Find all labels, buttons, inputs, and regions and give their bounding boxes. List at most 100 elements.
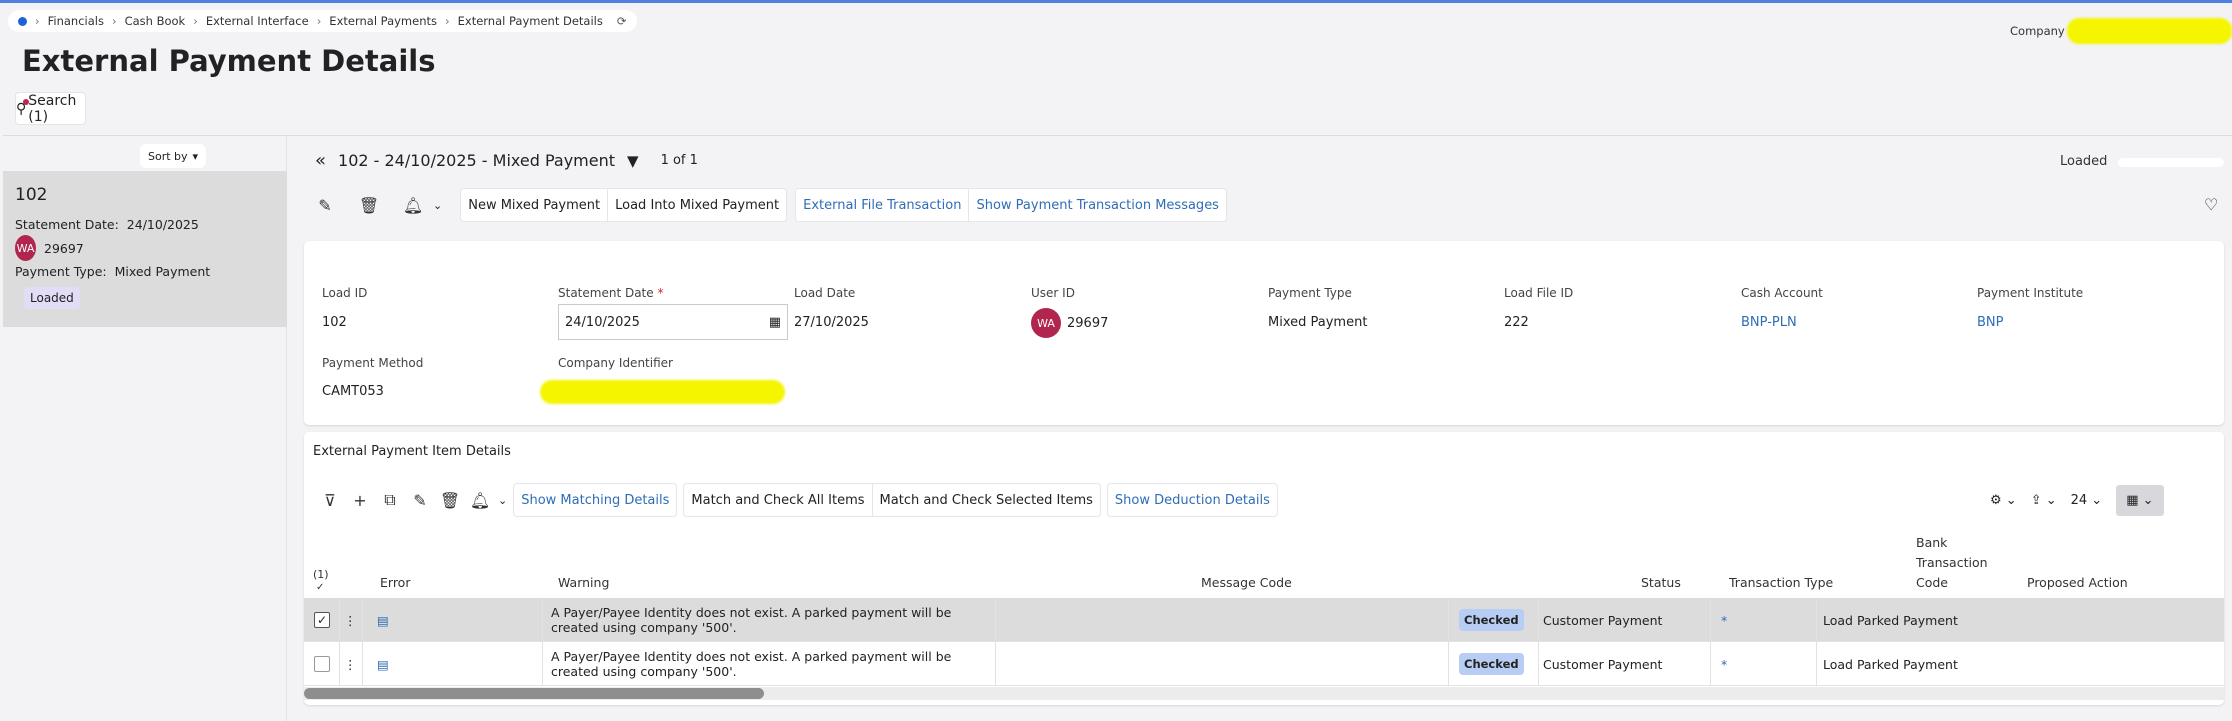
search-icon: ⚲	[16, 98, 30, 117]
document-icon[interactable]: ▤	[363, 642, 543, 686]
chevron-right-icon: ›	[316, 14, 322, 28]
list-item[interactable]: 102 Statement Date: 24/10/2025 WA 29697 P…	[3, 171, 287, 327]
col-bank-transaction-code[interactable]: Bank Transaction Code	[1916, 533, 1996, 593]
transaction-type-cell: Customer Payment	[1539, 598, 1711, 642]
breadcrumb-external-interface[interactable]: External Interface	[206, 14, 309, 28]
col-error[interactable]: Error	[380, 575, 410, 590]
sort-by-button[interactable]: Sort by ▾	[140, 144, 207, 168]
show-payment-transaction-messages-button[interactable]: Show Payment Transaction Messages	[969, 189, 1226, 221]
favorite-heart-icon[interactable]: ♡	[2204, 195, 2218, 214]
load-file-id-label: Load File ID	[1504, 286, 1574, 300]
chevron-down-icon[interactable]: ⌄	[498, 494, 507, 507]
checkbox-unchecked[interactable]	[314, 656, 330, 672]
load-id-value: 102	[322, 315, 347, 330]
new-mixed-payment-button[interactable]: New Mixed Payment	[461, 189, 609, 221]
cash-account-link[interactable]: BNP-PLN	[1741, 315, 1797, 330]
home-icon[interactable]	[18, 16, 27, 26]
record-count: 1 of 1	[660, 153, 698, 168]
statement-date-label: Statement Date:	[15, 217, 119, 232]
col-status[interactable]: Status	[1641, 575, 1681, 590]
row-select[interactable]	[304, 642, 340, 686]
company-identifier-label: Company Identifier	[558, 356, 673, 370]
match-check-all-button[interactable]: Match and Check All Items	[684, 484, 873, 516]
breadcrumb-financials[interactable]: Financials	[48, 14, 104, 28]
col-warning[interactable]: Warning	[558, 575, 609, 590]
breadcrumb-external-payments[interactable]: External Payments	[329, 14, 437, 28]
divider	[3, 135, 2232, 136]
page-title: External Payment Details	[22, 44, 436, 78]
search-button[interactable]: ⚲ Search (1)	[15, 92, 86, 125]
select-all-check-icon[interactable]: ✓	[316, 582, 324, 593]
chevron-down-icon[interactable]: ⌄	[433, 199, 442, 212]
record-title[interactable]: 102 - 24/10/2025 - Mixed Payment	[338, 151, 615, 170]
user-id-value: 29697	[1067, 315, 1109, 331]
page-size-select[interactable]: 24 ⌄	[2071, 493, 2103, 508]
match-check-selected-button[interactable]: Match and Check Selected Items	[873, 484, 1100, 516]
link-group: External File Transaction Show Payment T…	[795, 188, 1227, 222]
statement-date-label: Statement Date *	[558, 286, 664, 300]
filter-icon[interactable]: ⊽	[318, 491, 342, 510]
load-id-label: Load ID	[322, 286, 368, 300]
message-code-cell	[996, 598, 1449, 642]
top-accent-bar	[0, 0, 2232, 3]
load-into-mixed-payment-button[interactable]: Load Into Mixed Payment	[608, 189, 786, 221]
export-icon[interactable]: ⇪ ⌄	[2031, 493, 2057, 508]
statement-date-input[interactable]: 24/10/2025 ▦	[558, 304, 788, 340]
redacted-company	[2066, 18, 2232, 44]
table-row[interactable]: ✓ ⋮ ▤ A Payer/Payee Identity does not ex…	[304, 598, 2224, 642]
document-icon[interactable]: ▤	[363, 598, 543, 642]
external-file-transaction-button[interactable]: External File Transaction	[796, 189, 970, 221]
statement-date-input-value: 24/10/2025	[565, 314, 640, 330]
payment-type-label: Payment Type	[1268, 286, 1352, 300]
delete-icon[interactable]: 🗑	[438, 491, 462, 510]
col-message-code[interactable]: Message Code	[1201, 575, 1292, 590]
edit-icon[interactable]: ✎	[408, 491, 432, 510]
state-progress-bar	[2118, 158, 2224, 167]
row-select[interactable]: ✓	[304, 598, 340, 642]
duplicate-icon[interactable]: ⧉	[378, 490, 402, 510]
status-badge: Checked	[1459, 609, 1524, 631]
col-proposed-action[interactable]: Proposed Action	[2027, 575, 2128, 590]
breadcrumb-cash-book[interactable]: Cash Book	[125, 14, 186, 28]
items-toolbar: ⊽ + ⧉ ✎ 🗑 🔔︎ ⌄ Show Matching Details Matc…	[318, 483, 1278, 517]
bell-icon[interactable]: 🔔︎	[401, 196, 425, 215]
bank-code-cell[interactable]: *	[1711, 642, 1817, 686]
edit-icon[interactable]: ✎	[313, 196, 337, 215]
collapse-panel-icon[interactable]: «	[315, 150, 326, 171]
load-date-label: Load Date	[794, 286, 856, 300]
breadcrumb: › Financials › Cash Book › External Inte…	[8, 10, 637, 32]
company-selector[interactable]: Company	[2010, 18, 2232, 44]
row-menu-icon[interactable]: ⋮	[340, 598, 363, 642]
delete-icon[interactable]: 🗑	[357, 196, 381, 215]
record-header: « 102 - 24/10/2025 - Mixed Payment ▼ 1 o…	[315, 150, 698, 171]
table-view-icon[interactable]: ▦ ⌄	[2116, 484, 2164, 516]
status-cell: Checked	[1449, 642, 1539, 686]
chevron-right-icon: ›	[445, 14, 450, 28]
user-id-label: User ID	[1031, 286, 1075, 300]
redacted-company-identifier	[540, 380, 785, 404]
show-deduction-details-button[interactable]: Show Deduction Details	[1108, 484, 1277, 516]
warning-cell: A Payer/Payee Identity does not exist. A…	[543, 598, 996, 642]
warning-cell: A Payer/Payee Identity does not exist. A…	[543, 642, 996, 686]
bell-icon[interactable]: 🔔︎	[468, 491, 492, 510]
row-menu-icon[interactable]: ⋮	[340, 642, 363, 686]
search-label: Search (1)	[28, 92, 77, 125]
refresh-icon[interactable]: ⟳	[617, 14, 627, 28]
horizontal-scrollbar-thumb[interactable]	[304, 688, 764, 699]
settings-gear-icon[interactable]: ⚙ ⌄	[1990, 493, 2017, 508]
match-group: Match and Check All Items Match and Check…	[683, 483, 1101, 517]
caret-down-icon[interactable]: ▼	[627, 152, 639, 170]
add-icon[interactable]: +	[348, 491, 372, 510]
col-transaction-type[interactable]: Transaction Type	[1729, 575, 1833, 590]
show-matching-details-button[interactable]: Show Matching Details	[514, 484, 676, 516]
action-group: New Mixed Payment Load Into Mixed Paymen…	[460, 188, 788, 222]
bank-code-cell[interactable]: *	[1711, 598, 1817, 642]
payment-type-value: Mixed Payment	[114, 264, 211, 279]
payment-type-label: Payment Type:	[15, 264, 107, 279]
chevron-right-icon: ›	[111, 14, 117, 28]
checkbox-checked[interactable]: ✓	[314, 612, 330, 628]
payment-institute-link[interactable]: BNP	[1977, 315, 2003, 330]
proposed-action-cell: Load Parked Payment	[1823, 656, 1958, 672]
table-row[interactable]: ⋮ ▤ A Payer/Payee Identity does not exis…	[304, 642, 2224, 686]
calendar-icon[interactable]: ▦	[769, 315, 781, 330]
